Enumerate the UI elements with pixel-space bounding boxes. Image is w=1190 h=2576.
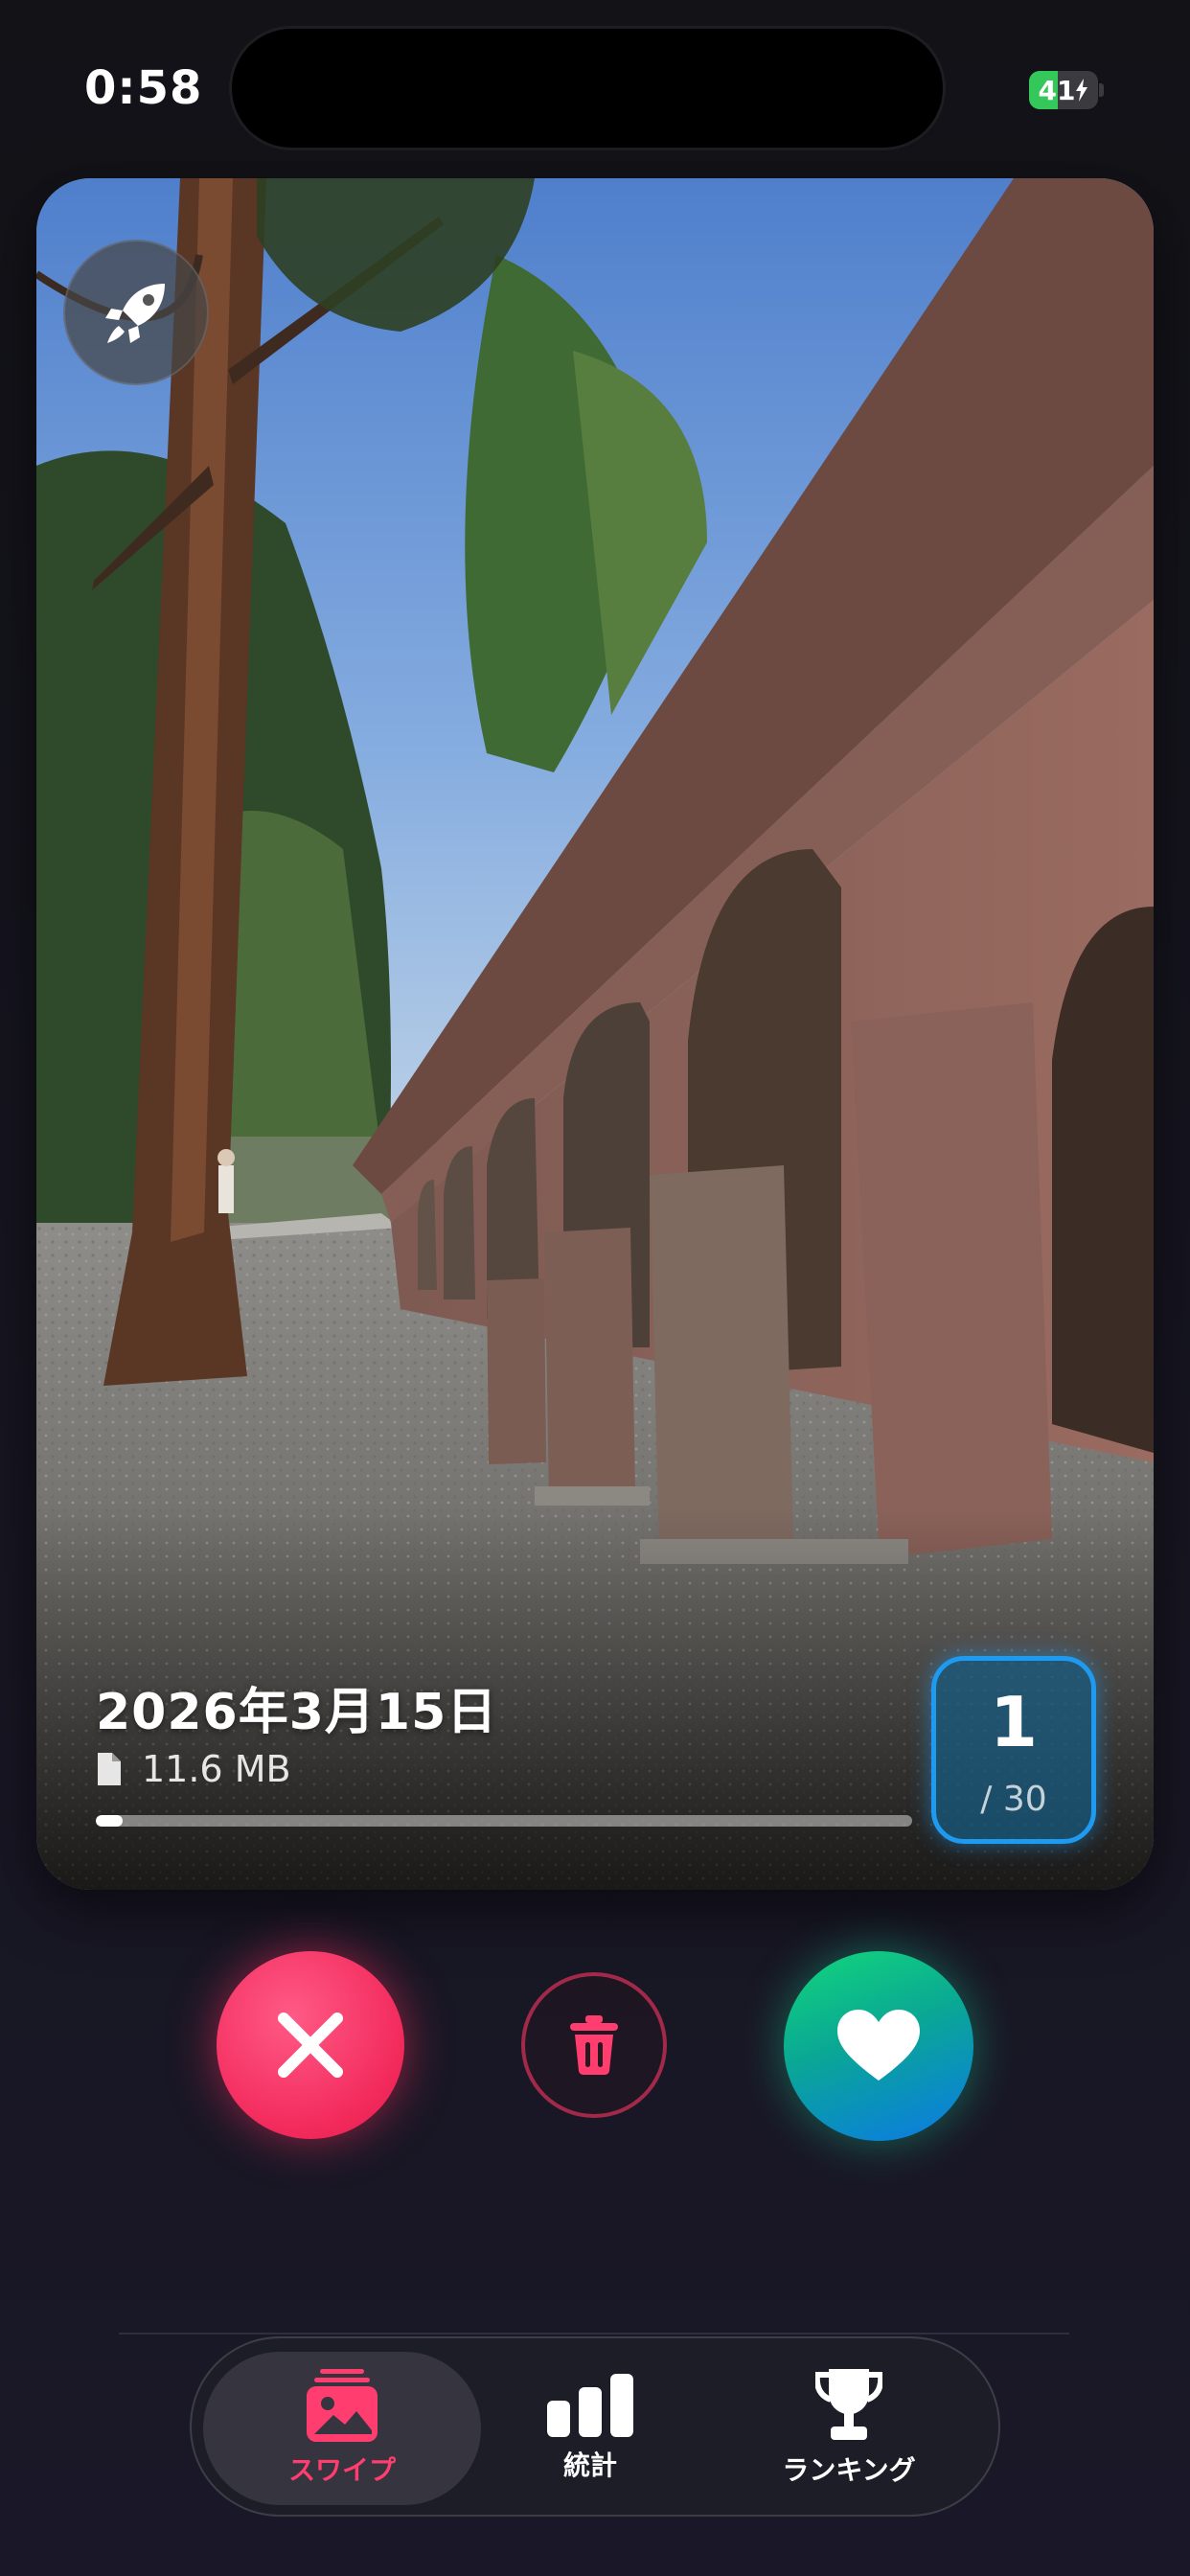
bar-chart-icon xyxy=(547,2374,633,2437)
reject-button[interactable] xyxy=(217,1951,404,2139)
trash-icon xyxy=(570,2015,618,2075)
tab-label-stats: 統計 xyxy=(562,2450,617,2481)
charging-bolt-icon xyxy=(1076,79,1088,102)
rocket-icon xyxy=(105,284,165,343)
heart-icon xyxy=(837,2010,920,2081)
status-time: 0:58 xyxy=(84,61,203,115)
battery-level: 41 xyxy=(1029,71,1098,109)
trophy-icon xyxy=(815,2369,882,2440)
tab-bar-divider xyxy=(119,2333,1069,2334)
photo-card[interactable]: 2026年3月15日 11.6 MB 1 / 30 xyxy=(36,178,1154,1890)
like-button[interactable] xyxy=(784,1951,973,2141)
tab-ranking[interactable]: ランキング xyxy=(709,2352,989,2505)
photo-progress-fill xyxy=(96,1815,124,1827)
tab-swipe[interactable]: スワイプ xyxy=(203,2352,481,2505)
document-icon xyxy=(98,1753,121,1785)
photo-stack-icon xyxy=(307,2369,378,2442)
photo-image xyxy=(36,178,1154,1890)
photo-progress-bar xyxy=(96,1815,912,1827)
boost-button[interactable] xyxy=(63,240,209,385)
delete-button[interactable] xyxy=(521,1972,667,2118)
counter-total: / 30 xyxy=(980,1780,1047,1819)
tab-stats[interactable]: 統計 xyxy=(479,2352,701,2505)
dynamic-island xyxy=(232,29,943,148)
counter-current: 1 xyxy=(989,1682,1039,1762)
tab-label-ranking: ランキング xyxy=(782,2454,916,2486)
close-icon xyxy=(278,2012,343,2078)
file-size-row: 11.6 MB xyxy=(96,1748,291,1790)
tab-label-swipe: スワイプ xyxy=(287,2454,396,2486)
tab-bar: スワイプ 統計 ランキング xyxy=(190,2336,1000,2517)
photo-counter-badge: 1 / 30 xyxy=(931,1656,1096,1844)
photo-date: 2026年3月15日 xyxy=(96,1684,498,1741)
file-size: 11.6 MB xyxy=(142,1748,291,1790)
battery-indicator: 41 xyxy=(1029,71,1104,109)
